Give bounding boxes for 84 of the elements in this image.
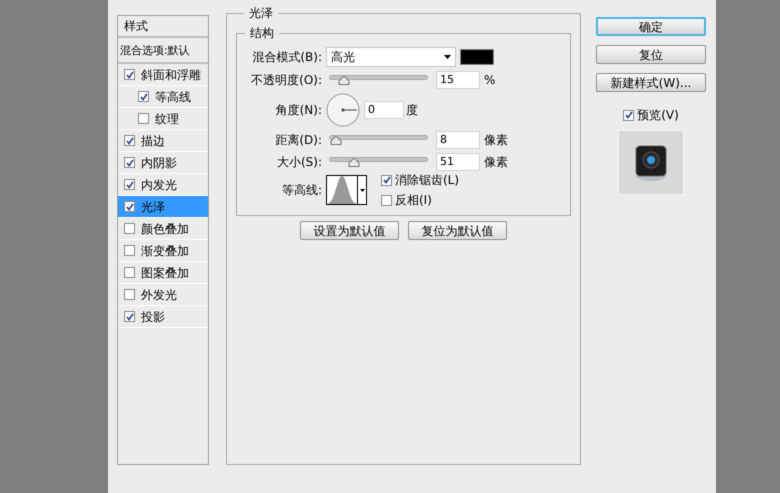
checkmark-icon: [126, 312, 134, 320]
checkbox[interactable]: [381, 174, 392, 186]
dialog-button[interactable]: 新建样式(W)...: [596, 73, 706, 92]
angle-dial[interactable]: [326, 93, 360, 127]
list-header: 样式: [124, 18, 148, 35]
blend-mode-dropdown[interactable]: 高光: [326, 47, 456, 67]
unit-label: 像素: [484, 132, 508, 149]
field-label: 等高线:: [280, 182, 323, 199]
dropdown-arrow-icon: [444, 55, 451, 59]
unit-label: 像素: [484, 154, 508, 171]
style-label: 外发光: [141, 286, 177, 304]
default-button[interactable]: 设置为默认值: [300, 221, 399, 240]
contour-picker[interactable]: [326, 175, 367, 205]
field-label: 不透明度(O):: [250, 72, 323, 89]
button-preview-icon: [635, 144, 667, 180]
group-title: 光泽: [248, 5, 274, 22]
dropdown-arrow-icon: [360, 188, 364, 192]
blending-options-item[interactable]: 混合选项:默认: [120, 42, 190, 60]
style-list-item[interactable]: 颜色叠加: [118, 218, 208, 240]
style-list-item[interactable]: 内阴影: [118, 152, 208, 174]
checkbox[interactable]: [124, 201, 135, 212]
style-list-item[interactable]: 光泽: [118, 196, 208, 218]
value-field[interactable]: 0: [364, 101, 404, 119]
checkmark-icon: [126, 202, 134, 210]
checkbox[interactable]: [124, 245, 135, 256]
style-label: 内阴影: [141, 154, 177, 172]
style-label: 投影: [141, 308, 165, 326]
field-label: 距离(D):: [274, 132, 323, 149]
unit-label: 度: [406, 102, 418, 119]
slider-thumb[interactable]: [330, 136, 342, 145]
slider-thumb[interactable]: [338, 76, 350, 85]
checkbox-label: 消除锯齿(L): [395, 172, 460, 189]
checkbox[interactable]: [623, 110, 634, 120]
style-list-item[interactable]: 投影: [118, 306, 208, 328]
checkmark-icon: [126, 180, 134, 188]
checkmark-icon: [126, 70, 134, 78]
style-label: 渐变叠加: [141, 242, 189, 260]
style-label: 斜面和浮雕: [141, 66, 201, 84]
value-field[interactable]: 15: [436, 71, 480, 89]
value-field[interactable]: 51: [436, 153, 480, 171]
style-label: 颜色叠加: [141, 220, 189, 238]
checkbox-label: 反相(I): [395, 192, 432, 209]
default-button[interactable]: 复位为默认值: [408, 221, 507, 240]
style-label: 光泽: [141, 198, 165, 216]
checkbox[interactable]: [124, 267, 135, 278]
style-list-item[interactable]: 斜面和浮雕: [118, 64, 208, 86]
checkmark-icon: [126, 158, 134, 166]
style-list-item[interactable]: 描边: [118, 130, 208, 152]
color-swatch[interactable]: [460, 49, 494, 65]
style-label: 等高线: [155, 88, 191, 106]
style-label: 图案叠加: [141, 264, 189, 282]
style-list-item[interactable]: 图案叠加: [118, 262, 208, 284]
dialog-button[interactable]: 确定: [596, 17, 706, 36]
checkbox[interactable]: [124, 223, 135, 234]
field-label: 角度(N):: [274, 102, 323, 119]
contour-curve-icon: [327, 176, 357, 204]
checkbox[interactable]: [124, 157, 135, 168]
style-label: 内发光: [141, 176, 177, 194]
field-label: 混合模式(B):: [251, 49, 323, 66]
checkbox[interactable]: [124, 311, 135, 322]
style-list-item[interactable]: 外发光: [118, 284, 208, 306]
checkmark-icon: [624, 111, 633, 119]
checkbox[interactable]: [124, 289, 135, 300]
unit-label: %: [484, 72, 496, 89]
style-list-item[interactable]: 渐变叠加: [118, 240, 208, 262]
field-label: 大小(S):: [276, 154, 323, 171]
dialog-button[interactable]: 复位: [596, 45, 706, 64]
style-list-item[interactable]: 等高线: [118, 86, 208, 108]
group-title: 结构: [249, 25, 275, 42]
checkbox[interactable]: [138, 91, 149, 102]
checkmark-icon: [126, 136, 134, 144]
checkmark-icon: [140, 92, 148, 100]
checkbox[interactable]: [381, 194, 392, 206]
style-label: 纹理: [155, 110, 179, 128]
checkbox-label: 预览(V): [637, 107, 679, 124]
checkbox[interactable]: [124, 135, 135, 146]
style-list-item[interactable]: 纹理: [118, 108, 208, 130]
slider-thumb[interactable]: [348, 158, 360, 167]
checkbox[interactable]: [124, 69, 135, 80]
value-field[interactable]: 8: [436, 131, 480, 149]
checkmark-icon: [382, 176, 390, 184]
checkbox[interactable]: [138, 113, 149, 124]
style-label: 描边: [141, 132, 165, 150]
checkbox[interactable]: [124, 179, 135, 190]
